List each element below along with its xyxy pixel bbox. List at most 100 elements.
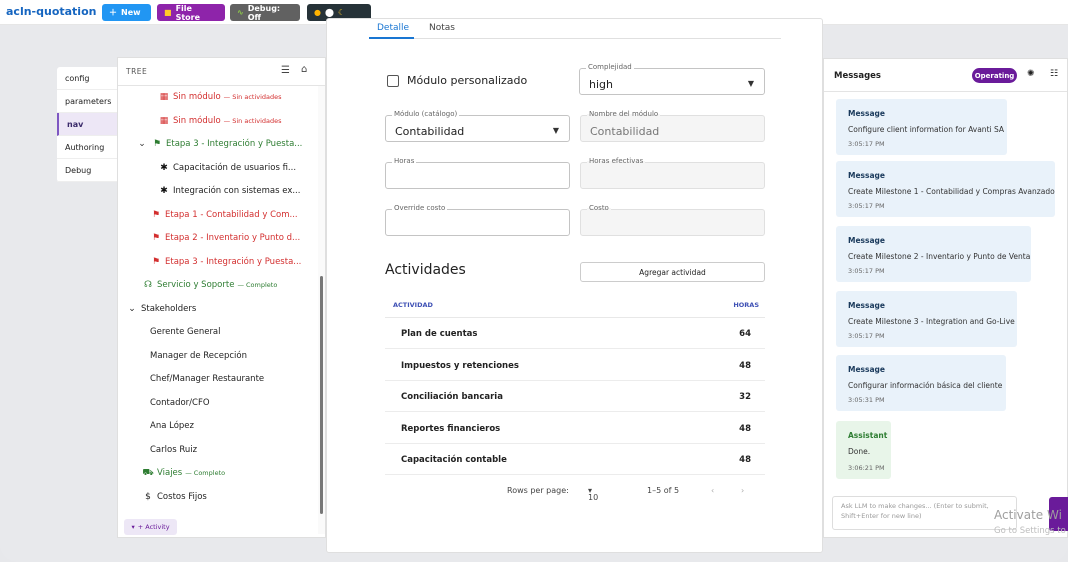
plus-icon: ＋ xyxy=(109,8,117,17)
list-icon[interactable]: ☷ xyxy=(1050,69,1058,79)
sun-icon: ● xyxy=(314,8,321,17)
tree-item-label: Contador/CFO xyxy=(150,397,210,408)
tree-item[interactable]: ⚑ Etapa 3 - Integración y Puesta... xyxy=(118,251,318,273)
side-tab-debug[interactable]: Debug xyxy=(57,159,117,182)
tab-notas[interactable]: Notas xyxy=(429,23,455,33)
tree-item-label: Integración con sistemas ex... xyxy=(173,186,301,196)
rows-per-page-select[interactable]: 10 ▾ xyxy=(588,486,598,502)
detail-tabs: Detalle Notas xyxy=(369,19,781,39)
bug-icon[interactable]: ✺ xyxy=(1027,69,1035,79)
tree-item[interactable]: ⚑ Etapa 2 - Inventario y Punto d... xyxy=(118,227,318,249)
modulo-catalogo-value: Contabilidad xyxy=(395,125,465,138)
table-pagination: Rows per page: 10 ▾ 1–5 of 5 ‹ › xyxy=(385,479,765,503)
tree-item[interactable]: ⌄ ⚑ Etapa 3 - Integración y Puesta... xyxy=(118,133,318,155)
tree-item[interactable]: ▦ Sin módulo — Sin actividades xyxy=(118,110,318,132)
table-row[interactable]: Plan de cuentas 64 xyxy=(385,318,765,349)
tab-detalle[interactable]: Detalle xyxy=(377,23,409,33)
flag-icon: ⚑ xyxy=(151,209,161,220)
messages-header: Messages Operating ✺ ☷ xyxy=(824,59,1067,92)
message-bubble: Message Create Milestone 2 - Inventario y… xyxy=(836,226,1031,282)
tree-item[interactable]: Ana López xyxy=(118,415,318,437)
message-body: Configurar información básica del client… xyxy=(848,381,1003,390)
tree-item[interactable]: Carlos Ruiz xyxy=(118,439,318,461)
custom-module-label: Módulo personalizado xyxy=(407,74,528,87)
table-row[interactable]: Capacitación contable 48 xyxy=(385,444,765,476)
new-button[interactable]: ＋ New xyxy=(102,4,151,21)
message-type: Assistant xyxy=(848,431,888,440)
tree-item-label: Etapa 1 - Contabilidad y Com... xyxy=(165,209,298,220)
chevron-down-icon[interactable]: ⌄ xyxy=(136,139,148,149)
complejidad-select[interactable]: Complejidad high ▼ xyxy=(579,63,765,95)
tree-item[interactable]: Gerente General xyxy=(118,321,318,343)
moon-icon: ☾ xyxy=(337,8,346,17)
flag-icon: ⚑ xyxy=(151,256,161,267)
nombre-modulo-value: Contabilidad xyxy=(590,125,660,138)
side-tabs: config parameters nav Authoring Debug xyxy=(57,67,117,182)
complejidad-label: Complejidad xyxy=(586,63,634,71)
message-time: 3:05:31 PM xyxy=(848,396,885,404)
filter-icon[interactable]: ☰ xyxy=(281,65,290,76)
add-activity-detail-button[interactable]: Agregar actividad xyxy=(580,262,765,282)
file-store-button[interactable]: ■ File Store xyxy=(157,4,225,22)
table-row[interactable]: Impuestos y retenciones 48 xyxy=(385,350,765,381)
col-horas[interactable]: HORAS xyxy=(733,301,759,309)
activity-hours: 32 xyxy=(739,392,751,403)
tree-item[interactable]: $ Costos Fijos xyxy=(118,486,318,508)
side-tab-parameters[interactable]: parameters xyxy=(57,90,117,113)
message-body: Create Milestone 1 - Contabilidad y Comp… xyxy=(848,187,1055,196)
horas-label: Horas xyxy=(392,157,417,165)
tree-item[interactable]: Contador/CFO xyxy=(118,392,318,414)
message-type: Message xyxy=(848,171,885,180)
activity-name: Reportes financieros xyxy=(401,423,501,434)
prev-page-icon[interactable]: ‹ xyxy=(711,486,714,495)
message-bubble: Message Configure client information for … xyxy=(836,99,1007,155)
side-tab-config[interactable]: config xyxy=(57,67,117,90)
tree-item[interactable]: ⌄ Stakeholders xyxy=(118,298,318,320)
activity-name: Conciliación bancaria xyxy=(401,392,503,403)
tree-item[interactable]: ✱ Integración con sistemas ex... xyxy=(118,180,318,202)
message-type: Message xyxy=(848,236,885,245)
bug-icon: ∿ xyxy=(237,8,244,17)
tree-item[interactable]: Chef/Manager Restaurante xyxy=(118,368,318,390)
tree-scrollbar-thumb[interactable] xyxy=(320,276,323,514)
debug-label: Debug: Off xyxy=(247,3,281,22)
chat-input[interactable]: Ask LLM to make changes... (Enter to sub… xyxy=(832,496,1017,530)
message-time: 3:05:17 PM xyxy=(848,267,885,275)
tree-item-label: Stakeholders xyxy=(141,303,197,314)
add-activity-button[interactable]: ▾ + Activity xyxy=(124,519,177,535)
grid-icon: ▦ xyxy=(159,92,169,102)
next-page-icon[interactable]: › xyxy=(741,486,744,495)
tree-item[interactable]: ☊ Servicio y Soporte — Completo xyxy=(118,274,318,296)
horas-efectivas-field: Horas efectivas xyxy=(580,157,765,189)
override-costo-label: Override costo xyxy=(392,204,448,212)
add-activity-label: + Activity xyxy=(137,523,170,531)
grid-icon: ▦ xyxy=(159,115,169,126)
tree-item[interactable]: ⚑ Etapa 1 - Contabilidad y Com... xyxy=(118,204,318,226)
toggle-knob: ⬤ xyxy=(324,8,334,17)
horas-field[interactable]: Horas xyxy=(385,157,570,189)
status-badge: Operating xyxy=(972,68,1017,83)
message-body: Done. xyxy=(848,447,871,456)
message-bubble: Message Create Milestone 3 - Integration … xyxy=(836,291,1017,347)
home-icon[interactable]: ⌂ xyxy=(301,64,307,75)
debug-toggle-button[interactable]: ∿ Debug: Off xyxy=(230,3,300,22)
table-row[interactable]: Reportes financieros 48 xyxy=(385,413,765,444)
tree-item-label: Carlos Ruiz xyxy=(150,444,198,455)
activities-title: Actividades xyxy=(385,262,466,278)
tree-item-status: — Completo xyxy=(237,281,278,289)
tree-item[interactable]: Manager de Recepción xyxy=(118,345,318,367)
modulo-catalogo-label: Módulo (catálogo) xyxy=(392,110,460,118)
tree-item[interactable]: ✱ Capacitación de usuarios fi... xyxy=(118,157,318,179)
message-type: Message xyxy=(848,109,885,118)
tree-item[interactable]: ▦ Sin módulo — Sin actividades xyxy=(118,86,318,108)
side-tab-authoring[interactable]: Authoring xyxy=(57,136,117,159)
modulo-catalogo-select[interactable]: Módulo (catálogo) Contabilidad ▼ xyxy=(385,110,570,142)
override-costo-field[interactable]: Override costo xyxy=(385,204,570,236)
custom-module-checkbox[interactable] xyxy=(387,75,399,87)
side-tab-nav[interactable]: nav xyxy=(57,113,117,136)
col-actividad[interactable]: ACTIVIDAD xyxy=(393,301,433,309)
table-row[interactable]: Conciliación bancaria 32 xyxy=(385,381,765,413)
tree-item[interactable]: ⛟ Viajes — Completo xyxy=(118,462,318,484)
tree-item-label: Manager de Recepción xyxy=(150,350,247,361)
message-type: Message xyxy=(848,301,885,310)
